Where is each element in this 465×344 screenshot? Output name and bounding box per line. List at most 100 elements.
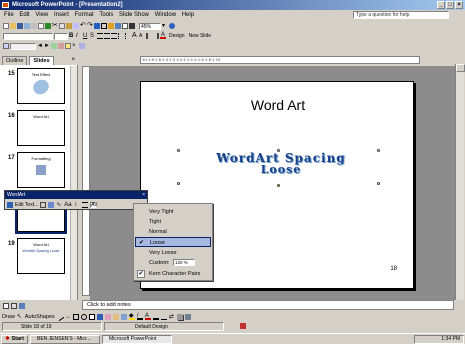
- insert-picture-icon[interactable]: [108, 23, 114, 29]
- menu-file[interactable]: File: [4, 12, 14, 18]
- menu-help[interactable]: Help: [182, 12, 194, 18]
- rectangle-icon[interactable]: [72, 313, 79, 320]
- menu-item-very-loose[interactable]: Very Loose: [135, 248, 211, 258]
- print-icon[interactable]: [31, 23, 37, 29]
- insert-wordart-icon[interactable]: [96, 313, 103, 320]
- italic-icon[interactable]: I: [76, 33, 82, 39]
- edit-text-button[interactable]: Edit Text...: [15, 202, 38, 208]
- line-color-icon[interactable]: /: [136, 313, 143, 320]
- normal-view-icon[interactable]: [3, 303, 9, 309]
- autoshapes-menu-button[interactable]: AutoShapes: [25, 314, 55, 320]
- character-spacing-icon[interactable]: AV: [90, 201, 98, 208]
- font-size-select[interactable]: [54, 32, 68, 40]
- align-center-icon[interactable]: [104, 33, 110, 39]
- diagram-icon[interactable]: [104, 313, 111, 320]
- apply-change-icon[interactable]: [51, 43, 57, 49]
- increase-font-icon[interactable]: A: [132, 32, 138, 39]
- reviewing-pane-icon[interactable]: [79, 43, 85, 49]
- slide-title[interactable]: Word Art: [141, 97, 415, 113]
- vertical-scrollbar[interactable]: [455, 64, 465, 300]
- color-grayscale-icon[interactable]: [129, 23, 135, 29]
- minimize-button[interactable]: _: [437, 1, 445, 9]
- new-slide-button[interactable]: New Slide: [189, 33, 212, 39]
- slide-sorter-icon[interactable]: [11, 303, 17, 309]
- resize-handle[interactable]: [377, 182, 380, 185]
- close-button[interactable]: ×: [455, 1, 463, 9]
- help-icon[interactable]: [169, 23, 175, 29]
- design-button[interactable]: Design: [169, 33, 185, 39]
- print-preview-icon[interactable]: [38, 23, 44, 29]
- numbering-icon[interactable]: [118, 33, 124, 39]
- decrease-font-icon[interactable]: A: [139, 33, 145, 39]
- close-icon[interactable]: ×: [71, 56, 75, 65]
- insert-picture-icon[interactable]: [120, 313, 127, 320]
- email-icon[interactable]: [24, 23, 30, 29]
- resize-handle[interactable]: [177, 182, 180, 185]
- align-left-icon[interactable]: [97, 33, 103, 39]
- oval-icon[interactable]: [80, 313, 87, 320]
- resize-handle[interactable]: [277, 149, 280, 152]
- menu-edit[interactable]: Edit: [19, 12, 29, 18]
- bold-icon[interactable]: B: [69, 33, 75, 39]
- taskbar-item-word[interactable]: BEN JENSEN'S - Micr...: [30, 334, 100, 344]
- chevron-down-icon[interactable]: ▾: [162, 23, 168, 29]
- menu-item-loose[interactable]: ✔ Loose: [135, 237, 211, 247]
- font-select[interactable]: [3, 32, 53, 40]
- wordart-object[interactable]: WordArt Spacing Loose: [171, 152, 391, 176]
- menu-format[interactable]: Format: [75, 12, 94, 18]
- slide-thumbnail[interactable]: Text Effect: [17, 68, 65, 104]
- clip-art-icon[interactable]: [112, 313, 119, 320]
- bullets-icon[interactable]: [125, 33, 131, 39]
- line-icon[interactable]: [55, 312, 64, 321]
- spelling-icon[interactable]: [45, 23, 51, 29]
- slide-thumbnail[interactable]: Word Art WordArt Spacing Loose: [17, 238, 65, 274]
- insert-chart-icon[interactable]: [94, 23, 100, 29]
- next-item-icon[interactable]: ►: [44, 43, 50, 49]
- save-icon[interactable]: [17, 23, 23, 29]
- dash-style-icon[interactable]: [160, 314, 167, 320]
- insert-comment-icon[interactable]: [65, 43, 71, 49]
- scroll-up-icon[interactable]: [456, 64, 465, 72]
- menu-tools[interactable]: Tools: [99, 12, 113, 18]
- redo-icon[interactable]: ↷: [87, 22, 93, 29]
- copy-icon[interactable]: [59, 23, 65, 29]
- decrease-indent-icon[interactable]: [146, 33, 152, 39]
- menu-item-kern-pairs[interactable]: ✔ Kern Character Pairs: [135, 269, 211, 279]
- insert-wordart-icon[interactable]: [7, 201, 13, 208]
- adjust-handle[interactable]: [277, 184, 280, 187]
- wordart-shape-icon[interactable]: ∿: [56, 202, 62, 208]
- font-color-icon[interactable]: A: [144, 313, 151, 320]
- shadow-icon[interactable]: S: [90, 33, 96, 39]
- font-color-icon[interactable]: A: [160, 32, 166, 39]
- delete-comment-icon[interactable]: ×: [72, 43, 78, 49]
- resize-handle[interactable]: [377, 149, 380, 152]
- format-painter-icon[interactable]: [73, 23, 79, 29]
- menu-item-normal[interactable]: Normal: [135, 227, 211, 237]
- zoom-select[interactable]: 45%: [139, 22, 161, 30]
- 3d-style-icon[interactable]: [184, 313, 191, 320]
- slide-thumbnail[interactable]: Formatting: [17, 152, 65, 188]
- wordart-insert-icon[interactable]: [115, 23, 121, 29]
- shadow-style-icon[interactable]: [176, 313, 183, 320]
- menu-item-custom[interactable]: Custom: 120 %: [135, 258, 211, 268]
- markup-icon[interactable]: [3, 43, 9, 49]
- taskbar-item-powerpoint[interactable]: Microsoft PowerPoint: [102, 334, 172, 344]
- insert-table-icon[interactable]: [101, 23, 107, 29]
- increase-indent-icon[interactable]: [153, 33, 159, 39]
- tab-outline[interactable]: Outline: [2, 56, 28, 65]
- panel-scrollbar[interactable]: [70, 66, 77, 300]
- close-icon[interactable]: ×: [142, 191, 145, 199]
- maximize-button[interactable]: □: [446, 1, 454, 9]
- new-icon[interactable]: [3, 23, 9, 29]
- cut-icon[interactable]: ✂: [52, 22, 58, 29]
- previous-item-icon[interactable]: ◄: [37, 43, 43, 49]
- alignment-icon[interactable]: [82, 201, 89, 208]
- slide-show-icon[interactable]: [19, 303, 25, 309]
- tab-slides[interactable]: Slides: [29, 56, 54, 65]
- menu-slide-show[interactable]: Slide Show: [119, 12, 149, 18]
- open-folder-icon[interactable]: [10, 23, 16, 29]
- arrow-icon[interactable]: →: [65, 314, 71, 320]
- select-pointer-icon[interactable]: ↖: [17, 314, 23, 320]
- format-wordart-icon[interactable]: [48, 201, 55, 208]
- menu-item-tight[interactable]: Tight: [135, 217, 211, 227]
